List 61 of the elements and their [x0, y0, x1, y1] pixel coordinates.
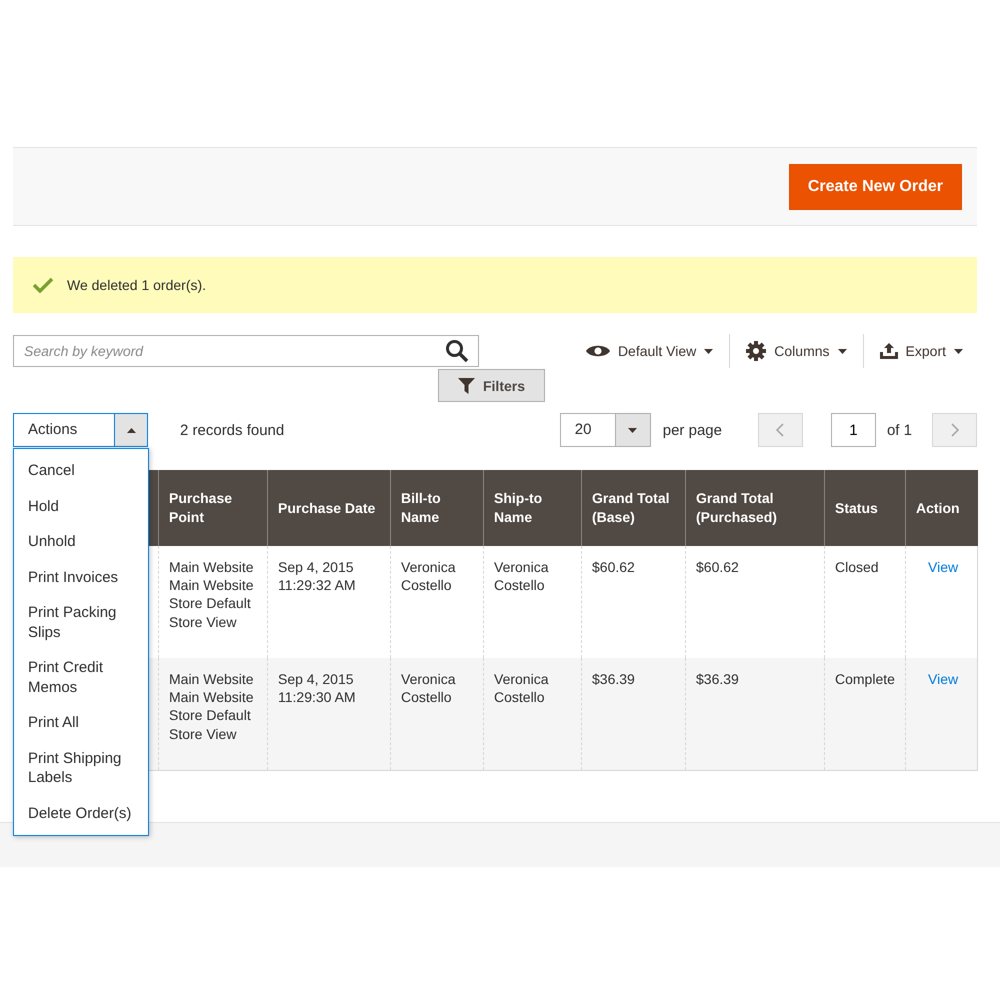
upload-icon	[880, 343, 898, 359]
gear-icon	[746, 341, 766, 361]
table-cell: $36.39	[582, 658, 686, 770]
menu-item[interactable]: Cancel	[14, 453, 148, 488]
menu-item[interactable]: Print Shipping Labels	[14, 740, 148, 796]
column-header[interactable]: Purchase Point	[158, 470, 268, 546]
filter-icon	[458, 378, 475, 394]
table-cell: Veronica Costello	[484, 546, 582, 658]
menu-item[interactable]: Delete Order(s)	[14, 796, 148, 831]
table-cell: Veronica Costello	[390, 658, 484, 770]
records-count: 2 records found	[180, 422, 284, 438]
per-page-select[interactable]: 20	[560, 413, 651, 447]
page-number-field[interactable]: 1	[830, 413, 876, 447]
page-count: of 1	[886, 422, 912, 438]
search-icon[interactable]	[445, 339, 469, 363]
table-cell: Veronica Costello	[390, 546, 484, 658]
column-header[interactable]: Grand Total (Base)	[582, 470, 686, 546]
menu-item[interactable]: Print Invoices	[14, 560, 148, 595]
actions-dropdown[interactable]: Actions	[13, 413, 148, 447]
caret-icon	[838, 348, 847, 354]
view-link[interactable]: View	[916, 671, 958, 687]
caret-icon	[704, 348, 714, 354]
create-order-button[interactable]: Create New Order	[788, 164, 962, 210]
column-header[interactable]: Action	[906, 470, 978, 546]
column-header[interactable]: Purchase Date	[268, 470, 390, 546]
column-header[interactable]: Status	[824, 470, 906, 546]
eye-icon	[586, 344, 610, 358]
per-page-label: per page	[662, 422, 722, 438]
columns-dropdown[interactable]: Columns	[730, 334, 863, 368]
column-header[interactable]: Bill-to Name	[390, 470, 484, 546]
table-cell: Main Website Main Website Store Default Store View	[158, 658, 268, 770]
chevron-right-icon	[950, 423, 958, 437]
menu-item[interactable]: Print All	[14, 705, 148, 740]
table-cell: Complete	[824, 658, 906, 770]
checkmark-icon	[33, 277, 53, 293]
filters-button[interactable]: Filters	[438, 369, 545, 402]
table-cell: Closed	[824, 546, 906, 658]
caret-icon	[126, 428, 136, 432]
table-cell: Veronica Costello	[484, 658, 582, 770]
next-page-button[interactable]	[932, 413, 977, 447]
column-header[interactable]: Grand Total (Purchased)	[686, 470, 824, 546]
table-cell: $60.62	[582, 546, 686, 658]
table-cell: Sep 4, 2015 11:29:30 AM	[268, 658, 390, 770]
export-dropdown[interactable]: Export	[864, 334, 977, 368]
menu-item[interactable]: Hold	[14, 488, 148, 524]
table-cell: $36.39	[686, 658, 824, 770]
table-cell: Main Website Main Website Store Default Store View	[158, 546, 268, 658]
view-dropdown[interactable]: Default View	[570, 334, 730, 368]
caret-icon	[954, 348, 963, 354]
menu-item[interactable]: Print Credit Memos	[14, 650, 148, 705]
column-header[interactable]: Ship-to Name	[484, 470, 582, 546]
menu-item[interactable]: Unhold	[14, 524, 148, 560]
table-cell: Sep 4, 2015 11:29:32 AM	[268, 546, 390, 658]
caret-icon	[628, 428, 638, 432]
menu-item[interactable]: Print Packing Slips	[14, 595, 148, 650]
previous-page-button[interactable]	[758, 413, 803, 447]
view-link[interactable]: View	[916, 559, 958, 575]
chevron-left-icon	[776, 423, 784, 437]
message-text: We deleted 1 order(s).	[67, 277, 206, 293]
search-field[interactable]: Search by keyword	[13, 335, 479, 367]
table-cell: $60.62	[686, 546, 824, 658]
